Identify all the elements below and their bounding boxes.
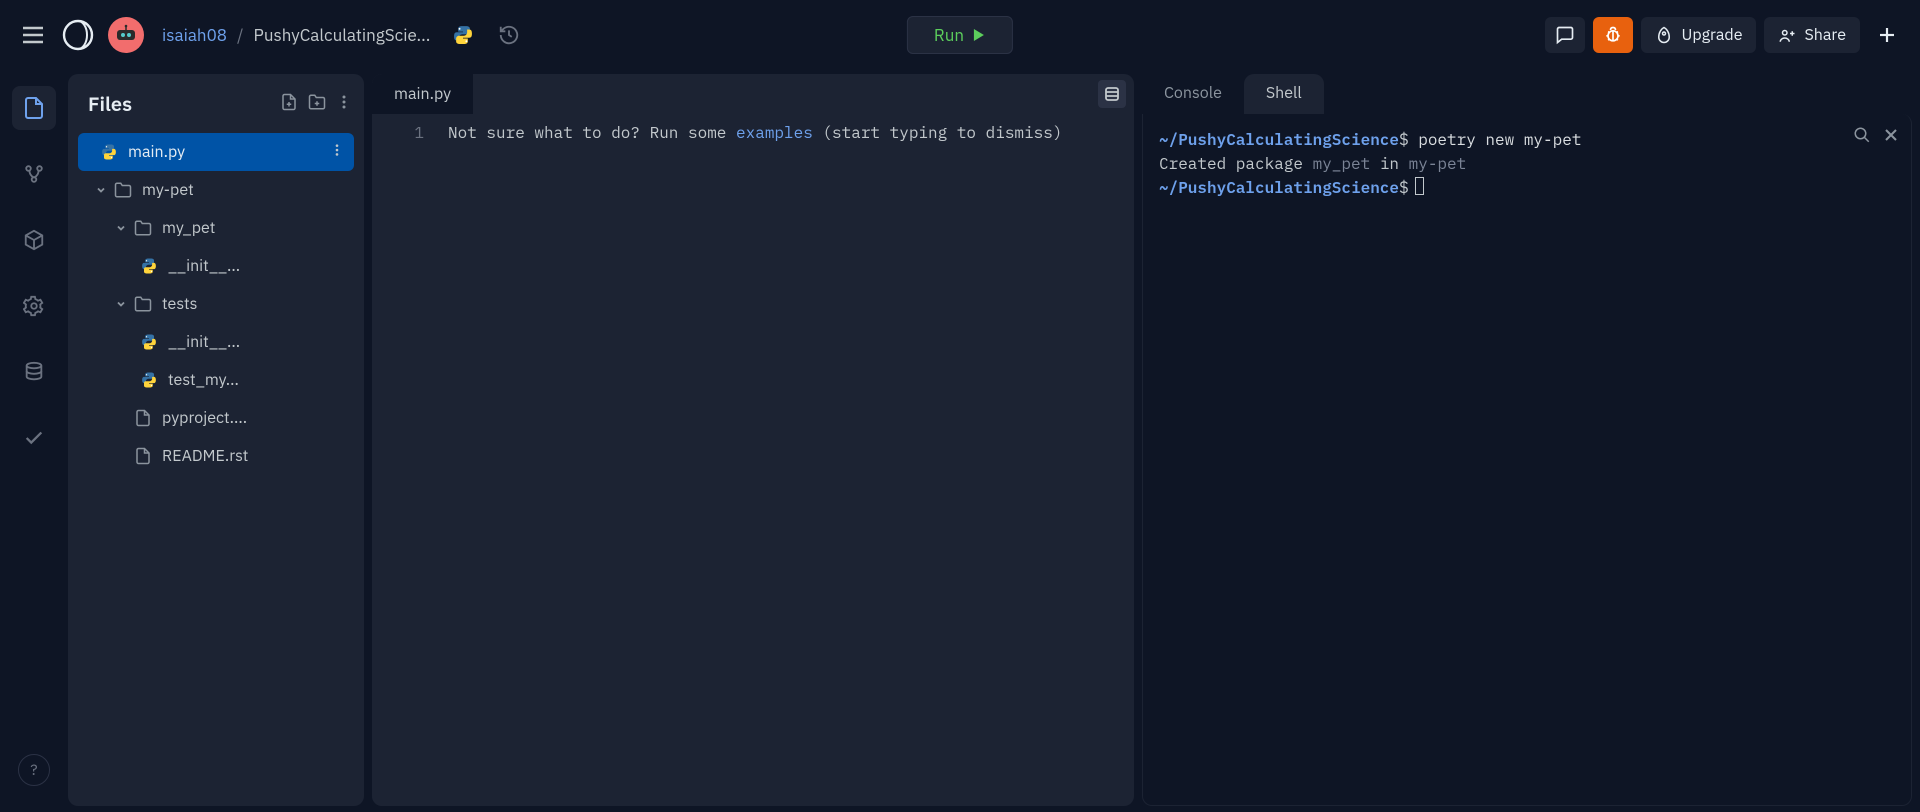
tree-item[interactable]: README.rst <box>78 437 354 475</box>
tree-item-label: pyproject.... <box>162 408 354 428</box>
examples-link[interactable]: examples <box>736 123 813 143</box>
share-label: Share <box>1804 25 1846 45</box>
help-button[interactable]: ? <box>18 754 50 786</box>
file-icon <box>132 409 154 427</box>
folder-icon <box>132 295 154 313</box>
rail-check-icon[interactable] <box>12 416 56 460</box>
files-title: Files <box>88 90 270 117</box>
files-more-icon[interactable] <box>336 94 352 114</box>
breadcrumb-separator: / <box>237 24 244 46</box>
tree-item[interactable]: __init__... <box>78 247 354 285</box>
username-link[interactable]: isaiah08 <box>162 24 227 46</box>
rail-settings-icon[interactable] <box>12 284 56 328</box>
terminal-search-icon[interactable] <box>1853 126 1871 151</box>
upgrade-button[interactable]: Upgrade <box>1641 17 1756 53</box>
share-button[interactable]: Share <box>1764 17 1860 53</box>
editor-tab[interactable]: main.py <box>372 74 473 114</box>
replit-logo[interactable] <box>60 17 96 53</box>
editor-hint[interactable]: Not sure what to do? Run some examples (… <box>442 114 1078 806</box>
chevron-down-icon <box>114 299 128 309</box>
rail-database-icon[interactable] <box>12 350 56 394</box>
python-icon <box>138 370 160 390</box>
tree-item[interactable]: tests <box>78 285 354 323</box>
avatar[interactable] <box>108 17 144 53</box>
terminal-command: poetry new my-pet <box>1418 130 1581 150</box>
python-icon <box>138 332 160 352</box>
rail-vcs-icon[interactable] <box>12 152 56 196</box>
breadcrumb: isaiah08 / PushyCalculatingScie... <box>162 24 430 46</box>
tree-item[interactable]: pyproject.... <box>78 399 354 437</box>
tree-item[interactable]: my_pet <box>78 209 354 247</box>
hamburger-menu[interactable] <box>14 16 52 54</box>
bug-button[interactable] <box>1593 17 1633 53</box>
terminal[interactable]: ~/PushyCalculatingScience$ poetry new my… <box>1142 114 1912 806</box>
shell-tab[interactable]: Shell <box>1244 74 1324 114</box>
project-name[interactable]: PushyCalculatingScie... <box>254 24 431 46</box>
tree-item-label: test_my... <box>168 370 354 390</box>
tree-item-label: README.rst <box>162 446 354 466</box>
tree-item-more-icon[interactable] <box>330 142 354 162</box>
tree-item-label: my_pet <box>162 218 354 238</box>
tree-item[interactable]: my-pet <box>78 171 354 209</box>
chevron-down-icon <box>94 185 108 195</box>
run-button[interactable]: Run <box>907 16 1013 54</box>
tree-item-label: __init__... <box>168 332 354 352</box>
run-label: Run <box>934 24 964 46</box>
language-icon[interactable] <box>444 16 482 54</box>
folder-icon <box>112 181 134 199</box>
tree-item[interactable]: test_my... <box>78 361 354 399</box>
folder-icon <box>132 219 154 237</box>
tree-item-label: my-pet <box>142 180 354 200</box>
python-icon <box>98 142 120 162</box>
tree-item[interactable]: main.py <box>78 133 354 171</box>
file-icon <box>132 447 154 465</box>
new-file-icon[interactable] <box>280 93 298 115</box>
tree-item-label: main.py <box>128 142 330 162</box>
chat-button[interactable] <box>1545 17 1585 53</box>
terminal-cursor <box>1415 177 1424 195</box>
rail-files-icon[interactable] <box>12 86 56 130</box>
new-folder-icon[interactable] <box>308 93 326 115</box>
rail-packages-icon[interactable] <box>12 218 56 262</box>
console-tab[interactable]: Console <box>1142 74 1244 114</box>
tree-item[interactable]: __init__... <box>78 323 354 361</box>
tree-item-label: tests <box>162 294 354 314</box>
tree-item-label: __init__... <box>168 256 354 276</box>
terminal-close-icon[interactable] <box>1883 126 1899 151</box>
chevron-down-icon <box>114 223 128 233</box>
editor-layout-icon[interactable] <box>1098 80 1126 108</box>
prompt-path: ~/PushyCalculatingScience <box>1159 130 1399 150</box>
upgrade-label: Upgrade <box>1681 25 1742 45</box>
history-icon[interactable] <box>490 16 528 54</box>
python-icon <box>138 256 160 276</box>
line-number: 1 <box>372 114 442 806</box>
add-button[interactable] <box>1868 16 1906 54</box>
